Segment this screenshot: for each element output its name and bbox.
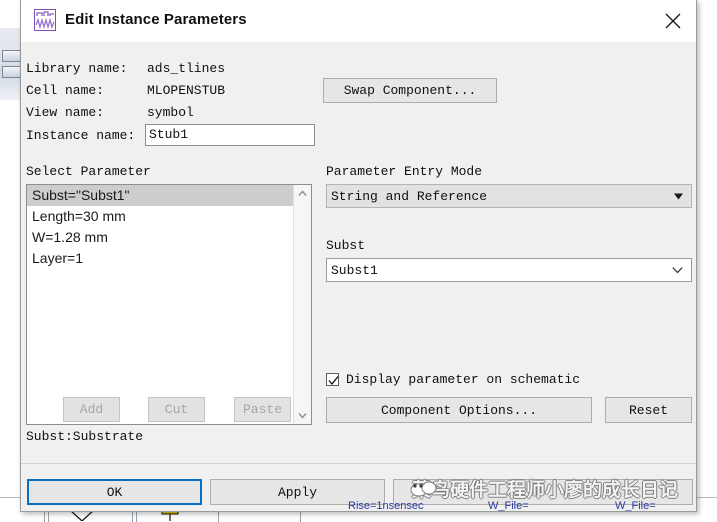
display-parameter-checkbox[interactable]: Display parameter on schematic <box>326 372 580 387</box>
instance-name-label: Instance name: <box>26 128 135 143</box>
subst-label: Subst <box>326 238 365 253</box>
dialog-title: Edit Instance Parameters <box>65 11 247 28</box>
edit-instance-parameters-dialog: Edit Instance Parameters Library name: a… <box>20 0 697 512</box>
close-icon[interactable] <box>650 0 696 41</box>
cell-name-label: Cell name: <box>26 83 104 98</box>
ok-button[interactable]: OK <box>27 479 202 505</box>
parameter-entry-mode-label: Parameter Entry Mode <box>326 164 482 179</box>
list-item[interactable]: W=1.28 mm <box>27 227 311 248</box>
background-label: W_File= <box>488 500 529 512</box>
chevron-down-icon[interactable] <box>294 407 311 424</box>
cell-name-value: MLOPENSTUB <box>147 83 225 98</box>
checkmark-icon <box>326 373 339 386</box>
reset-button[interactable]: Reset <box>605 397 692 423</box>
dialog-title-bar: Edit Instance Parameters <box>21 0 696 43</box>
triangle-down-icon <box>674 189 683 204</box>
paste-button[interactable]: Paste <box>234 397 291 422</box>
circuit-waveform-icon <box>34 9 56 31</box>
listbox-scrollbar[interactable] <box>293 185 311 424</box>
background-tool-button <box>2 66 22 78</box>
dialog-body: Library name: ads_tlines Cell name: MLOP… <box>21 42 696 511</box>
component-options-button[interactable]: Component Options... <box>326 397 592 423</box>
chevron-up-icon[interactable] <box>294 185 311 202</box>
add-button[interactable]: Add <box>63 397 120 422</box>
background-label: Rise=1nsenseс <box>348 500 424 512</box>
parameter-entry-mode-select[interactable]: String and Reference <box>326 184 692 208</box>
background-tool-button <box>2 50 22 62</box>
library-name-label: Library name: <box>26 61 127 76</box>
select-parameter-listbox[interactable]: Subst="Subst1" Length=30 mm W=1.28 mm La… <box>26 184 312 425</box>
view-name-label: View name: <box>26 105 104 120</box>
subst-value: Subst1 <box>331 263 378 278</box>
library-name-value: ads_tlines <box>147 61 225 76</box>
view-name-value: symbol <box>147 105 194 120</box>
list-item[interactable]: Layer=1 <box>27 248 311 269</box>
parameter-entry-mode-value: String and Reference <box>331 189 487 204</box>
list-item[interactable]: Subst="Subst1" <box>27 185 311 206</box>
subst-select[interactable]: Subst1 <box>326 258 692 282</box>
instance-name-input[interactable]: Stub1 <box>145 124 315 146</box>
list-item[interactable]: Length=30 mm <box>27 206 311 227</box>
status-text: Subst:Substrate <box>26 429 143 444</box>
cut-button[interactable]: Cut <box>148 397 205 422</box>
display-parameter-label: Display parameter on schematic <box>346 372 580 387</box>
chevron-down-icon <box>672 263 683 278</box>
footer-divider <box>21 463 696 464</box>
swap-component-button[interactable]: Swap Component... <box>323 78 497 103</box>
select-parameter-label: Select Parameter <box>26 164 151 179</box>
background-label: W_File= <box>615 500 656 512</box>
